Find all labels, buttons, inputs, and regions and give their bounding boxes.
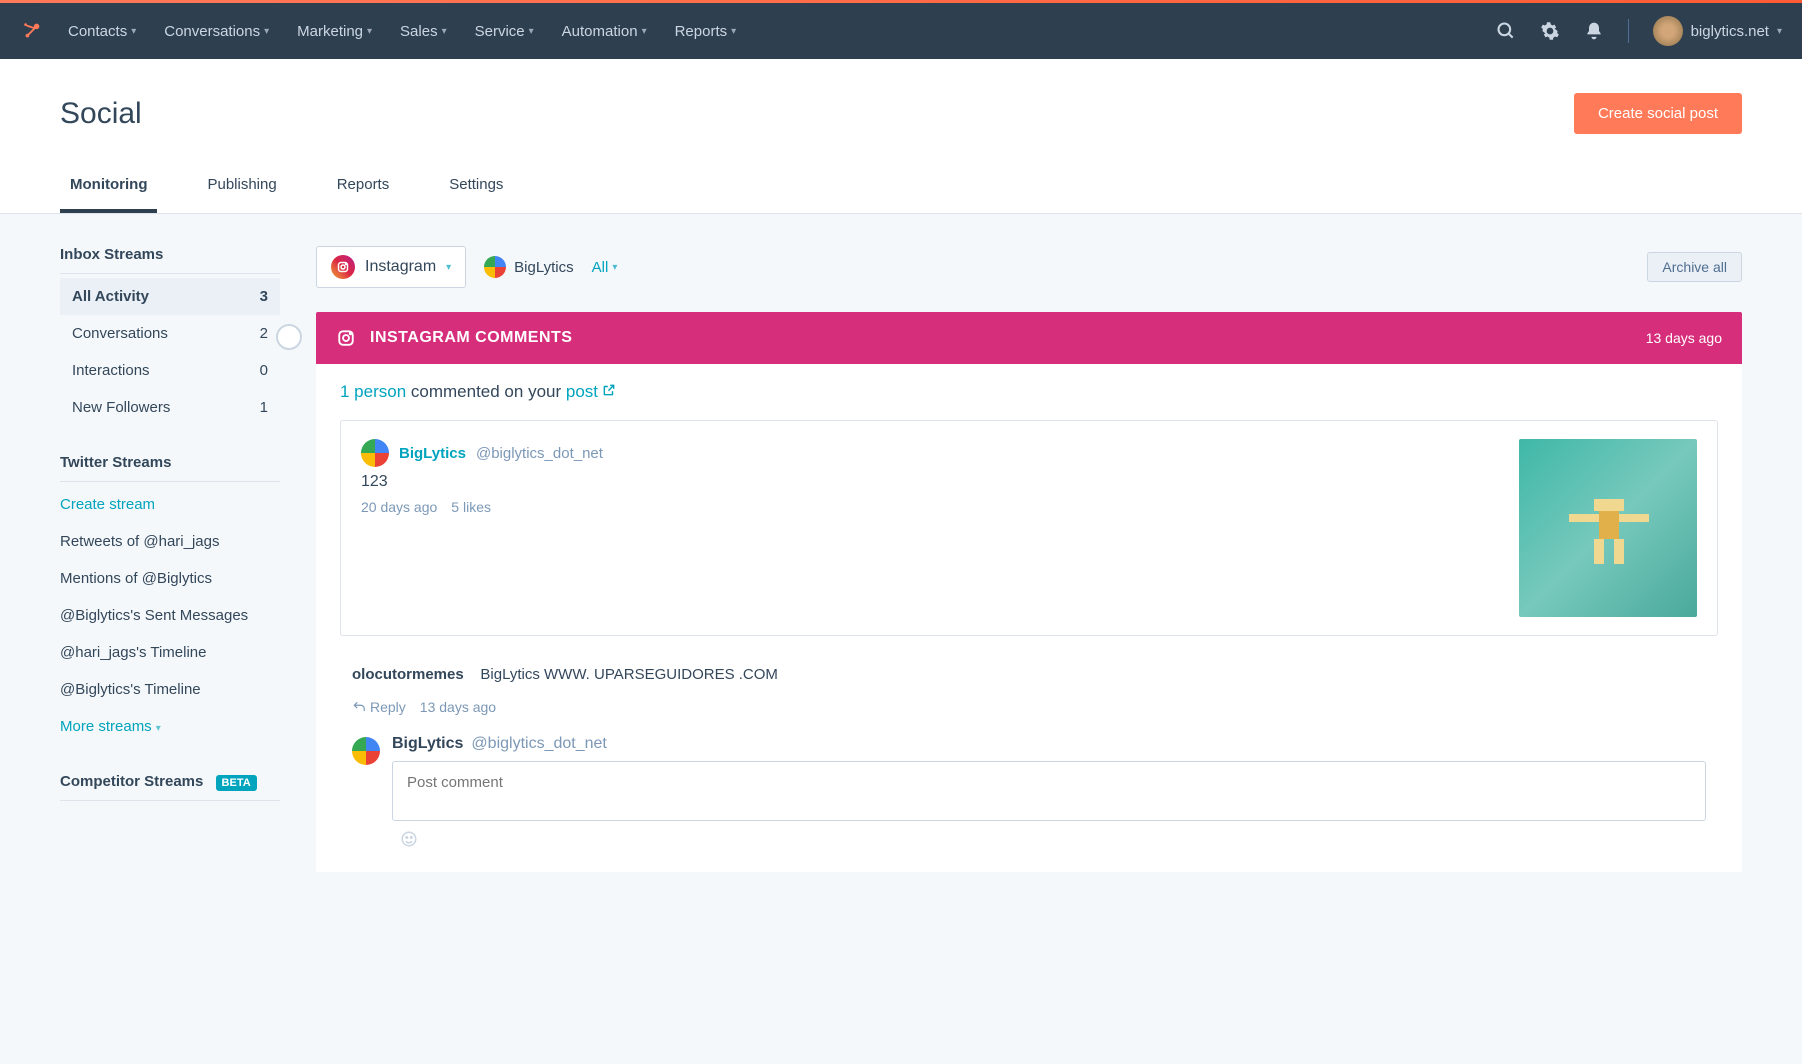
page-header: Social Create social post Monitoring Pub… xyxy=(0,59,1802,214)
post-thumbnail[interactable] xyxy=(1519,439,1697,617)
comment-row: olocutormemes BigLytics WWW. UPARSEGUIDO… xyxy=(316,654,1742,695)
card-header: INSTAGRAM COMMENTS 13 days ago xyxy=(316,312,1742,364)
inbox-streams-title: Inbox Streams xyxy=(60,246,280,274)
instagram-icon xyxy=(336,328,356,348)
post-age: 20 days ago xyxy=(361,499,437,515)
post-author-handle: @biglytics_dot_net xyxy=(476,445,603,462)
account-avatar-icon xyxy=(484,256,506,278)
chevron-down-icon: ▾ xyxy=(131,26,136,37)
comment-author[interactable]: olocutormemes xyxy=(352,666,464,683)
reply-author: BigLytics xyxy=(392,735,463,753)
author-avatar-icon xyxy=(361,439,389,467)
platform-filter[interactable]: Instagram ▾ xyxy=(316,246,466,288)
card-header-title: INSTAGRAM COMMENTS xyxy=(370,329,572,347)
activity-card: INSTAGRAM COMMENTS 13 days ago 1 person … xyxy=(316,312,1742,872)
nav-reports[interactable]: Reports▾ xyxy=(675,23,737,40)
archive-all-button[interactable]: Archive all xyxy=(1647,252,1742,282)
chevron-down-icon: ▾ xyxy=(642,26,647,37)
chevron-down-icon: ▾ xyxy=(442,26,447,37)
sidebar-new-followers[interactable]: New Followers1 xyxy=(60,389,280,426)
nav-divider xyxy=(1628,19,1629,43)
external-link-icon xyxy=(602,383,616,397)
post-author-link[interactable]: BigLytics xyxy=(399,445,466,462)
person-count-link[interactable]: 1 person xyxy=(340,382,406,401)
sidebar-all-activity[interactable]: All Activity3 xyxy=(60,278,280,315)
nav-sales[interactable]: Sales▾ xyxy=(400,23,447,40)
twitter-stream-item[interactable]: @Biglytics's Timeline xyxy=(60,671,280,708)
post-card: BigLytics @biglytics_dot_net 123 20 days… xyxy=(340,420,1718,636)
more-streams-link[interactable]: More streams▾ xyxy=(60,708,280,745)
tab-settings[interactable]: Settings xyxy=(439,162,513,213)
nav-service[interactable]: Service▾ xyxy=(475,23,534,40)
nav-contacts[interactable]: Contacts▾ xyxy=(68,23,136,40)
nav-marketing[interactable]: Marketing▾ xyxy=(297,23,372,40)
page-title: Social xyxy=(60,97,142,131)
reply-handle: @biglytics_dot_net xyxy=(471,735,606,753)
nav-conversations[interactable]: Conversations▾ xyxy=(164,23,269,40)
gear-icon[interactable] xyxy=(1540,21,1560,41)
social-tabs: Monitoring Publishing Reports Settings xyxy=(60,162,1742,213)
scope-filter[interactable]: All ▾ xyxy=(592,259,618,276)
sidebar: Inbox Streams All Activity3 Conversation… xyxy=(60,246,280,872)
beta-badge: BETA xyxy=(216,775,257,791)
instagram-icon xyxy=(331,255,355,279)
sidebar-interactions[interactable]: Interactions0 xyxy=(60,352,280,389)
create-social-post-button[interactable]: Create social post xyxy=(1574,93,1742,134)
account-filter[interactable]: BigLytics xyxy=(484,256,573,278)
tab-monitoring[interactable]: Monitoring xyxy=(60,162,157,213)
twitter-stream-item[interactable]: Mentions of @Biglytics xyxy=(60,560,280,597)
nav-automation[interactable]: Automation▾ xyxy=(562,23,647,40)
comment-input[interactable] xyxy=(392,761,1706,821)
hubspot-logo-icon[interactable] xyxy=(20,19,44,43)
competitor-streams-title: Competitor Streams BETA xyxy=(60,773,280,801)
user-avatar xyxy=(1653,16,1683,46)
twitter-stream-item[interactable]: @hari_jags's Timeline xyxy=(60,634,280,671)
comment-age: 13 days ago xyxy=(420,699,496,715)
chevron-down-icon: ▾ xyxy=(156,723,161,734)
twitter-streams-title: Twitter Streams xyxy=(60,454,280,482)
create-stream-link[interactable]: Create stream xyxy=(60,486,280,523)
account-menu[interactable]: biglytics.net ▾ xyxy=(1653,16,1782,46)
reply-button[interactable]: Reply xyxy=(352,699,406,715)
chevron-down-icon: ▾ xyxy=(731,26,736,37)
post-likes: 5 likes xyxy=(451,499,491,515)
chevron-down-icon: ▾ xyxy=(446,262,451,273)
unread-indicator[interactable] xyxy=(276,324,302,350)
chevron-down-icon: ▾ xyxy=(264,26,269,37)
twitter-stream-item[interactable]: Retweets of @hari_jags xyxy=(60,523,280,560)
sidebar-conversations[interactable]: Conversations2 xyxy=(60,315,280,352)
top-nav: Contacts▾ Conversations▾ Marketing▾ Sale… xyxy=(0,3,1802,59)
comment-text: BigLytics WWW. UPARSEGUIDORES .COM xyxy=(480,666,778,683)
bell-icon[interactable] xyxy=(1584,21,1604,41)
chevron-down-icon: ▾ xyxy=(367,26,372,37)
search-icon[interactable] xyxy=(1496,21,1516,41)
card-timestamp: 13 days ago xyxy=(1646,330,1722,346)
tab-reports[interactable]: Reports xyxy=(327,162,400,213)
summary-line: 1 person commented on your post xyxy=(316,364,1742,420)
chevron-down-icon: ▾ xyxy=(612,262,617,273)
tab-publishing[interactable]: Publishing xyxy=(197,162,286,213)
post-body: 123 xyxy=(361,473,1499,491)
emoji-picker-icon[interactable] xyxy=(400,830,1698,848)
twitter-stream-item[interactable]: @Biglytics's Sent Messages xyxy=(60,597,280,634)
post-link[interactable]: post xyxy=(566,382,616,401)
chevron-down-icon: ▾ xyxy=(1777,26,1782,37)
reply-avatar-icon xyxy=(352,737,380,765)
chevron-down-icon: ▾ xyxy=(529,26,534,37)
content-area: Instagram ▾ BigLytics All ▾ Archive all xyxy=(316,246,1742,872)
